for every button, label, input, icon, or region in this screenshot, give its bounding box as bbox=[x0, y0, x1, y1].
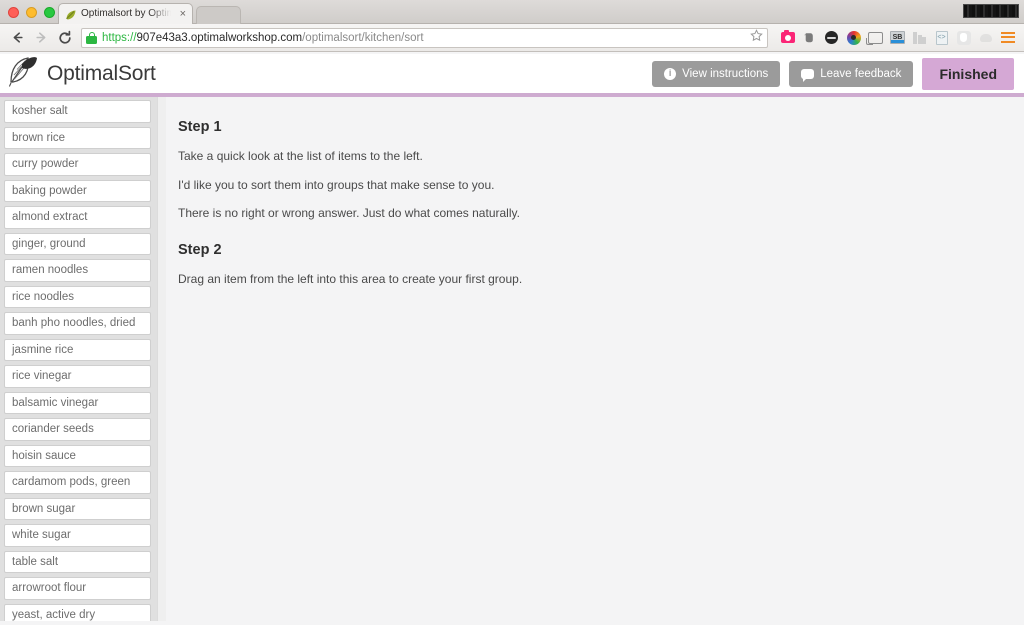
card-item[interactable]: arrowroot flour bbox=[4, 577, 151, 600]
step1-line-1: Take a quick look at the list of items t… bbox=[178, 149, 423, 163]
card-list-sidebar[interactable]: kosher salt brown rice curry powder baking … bbox=[0, 97, 166, 621]
tab-title: Optimalsort by Optimal Wo bbox=[81, 8, 175, 19]
info-icon: i bbox=[664, 67, 677, 80]
header-actions: i View instructions Leave feedback Finis… bbox=[652, 57, 1014, 90]
brand: OptimalSort bbox=[8, 55, 156, 92]
card-item[interactable]: table salt bbox=[4, 550, 151, 573]
card-item[interactable]: white sugar bbox=[4, 524, 151, 547]
url-text: https://907e43a3.optimalworkshop.com/opt… bbox=[102, 32, 424, 44]
code-document-label: <> bbox=[935, 30, 948, 45]
card-item[interactable]: brown rice bbox=[4, 126, 151, 149]
card-item[interactable]: banh pho noodles, dried bbox=[4, 312, 151, 335]
code-document-extension-icon[interactable]: <> bbox=[931, 27, 952, 48]
view-instructions-label: View instructions bbox=[682, 67, 769, 80]
browser-window: Optimalsort by Optimal Wo × bbox=[0, 0, 1024, 625]
step1-line-2: I'd like you to sort them into groups th… bbox=[178, 177, 495, 192]
tab-close-icon[interactable]: × bbox=[179, 8, 187, 20]
url-host: 907e43a3.optimalworkshop.com bbox=[136, 31, 303, 44]
sorting-area[interactable]: Step 1 Take a quick look at the list of … bbox=[166, 97, 1024, 621]
bar-chart-extension-icon[interactable] bbox=[909, 27, 930, 48]
card-item[interactable]: brown sugar bbox=[4, 497, 151, 520]
card-item[interactable]: coriander seeds bbox=[4, 418, 151, 441]
finished-button[interactable]: Finished bbox=[922, 57, 1014, 90]
drive-extension-icon[interactable] bbox=[975, 27, 996, 48]
step1-line-3: There is no right or wrong answer. Just … bbox=[178, 206, 520, 221]
evernote-extension-icon[interactable] bbox=[799, 27, 820, 48]
card-item[interactable]: kosher salt bbox=[4, 100, 151, 123]
sb-extension-label: SB bbox=[890, 31, 905, 44]
card-item[interactable]: ginger, ground bbox=[4, 232, 151, 255]
app-header: OptimalSort i View instructions Leave fe… bbox=[0, 54, 1024, 97]
step2-line-1: Drag an item from the left into this are… bbox=[178, 271, 523, 286]
card-item[interactable]: yeast, active dry bbox=[4, 603, 151, 621]
sb-extension-icon[interactable]: SB bbox=[887, 27, 908, 48]
step2-title: Step 2 bbox=[178, 241, 222, 258]
cast-icon[interactable] bbox=[865, 27, 886, 48]
card-item[interactable]: almond extract bbox=[4, 206, 151, 229]
padlock-icon bbox=[86, 31, 97, 44]
speech-bubble-icon bbox=[801, 68, 815, 82]
card-item[interactable]: cardamom pods, green bbox=[4, 471, 151, 494]
dark-circle-extension-icon[interactable] bbox=[821, 27, 842, 48]
leaf-favicon-icon bbox=[65, 8, 77, 20]
sidebar-scrollbar[interactable] bbox=[157, 97, 166, 621]
forward-button[interactable] bbox=[29, 26, 53, 50]
url-path: /optimalsort/kitchen/sort bbox=[302, 31, 424, 44]
card-item[interactable]: baking powder bbox=[4, 179, 151, 202]
page-viewport: OptimalSort i View instructions Leave fe… bbox=[0, 54, 1024, 625]
maximize-window-button[interactable] bbox=[44, 7, 55, 18]
card-item[interactable]: balsamic vinegar bbox=[4, 391, 151, 414]
card-item[interactable]: curry powder bbox=[4, 153, 151, 176]
tab-strip: Optimalsort by Optimal Wo × bbox=[0, 0, 1024, 24]
card-list: kosher salt brown rice curry powder baking … bbox=[4, 100, 151, 621]
leave-feedback-label: Leave feedback bbox=[820, 67, 902, 80]
bookmark-star-icon[interactable] bbox=[750, 28, 763, 47]
extension-icon-bar: SB <> bbox=[774, 27, 1018, 48]
browser-toolbar: https://907e43a3.optimalworkshop.com/opt… bbox=[0, 24, 1024, 52]
reload-button[interactable] bbox=[53, 26, 77, 50]
brand-name: OptimalSort bbox=[47, 61, 156, 85]
minimize-window-button[interactable] bbox=[26, 7, 37, 18]
new-tab-button[interactable] bbox=[196, 6, 241, 24]
back-button[interactable] bbox=[5, 26, 29, 50]
close-window-button[interactable] bbox=[8, 7, 19, 18]
browser-tab[interactable]: Optimalsort by Optimal Wo × bbox=[58, 3, 193, 24]
card-item[interactable]: rice vinegar bbox=[4, 365, 151, 388]
url-scheme: https:// bbox=[102, 31, 137, 44]
camera-extension-icon[interactable] bbox=[777, 27, 798, 48]
window-traffic-lights bbox=[8, 7, 55, 18]
step1-title: Step 1 bbox=[178, 119, 222, 135]
leave-feedback-button[interactable]: Leave feedback bbox=[789, 60, 914, 87]
page-body: kosher salt brown rice curry powder baking … bbox=[0, 97, 1024, 621]
finished-label: Finished bbox=[939, 65, 997, 82]
color-wheel-extension-icon[interactable] bbox=[843, 27, 864, 48]
card-item[interactable]: ramen noodles bbox=[4, 259, 151, 282]
card-item[interactable]: jasmine rice bbox=[4, 338, 151, 361]
view-instructions-button[interactable]: i View instructions bbox=[652, 60, 781, 87]
address-bar[interactable]: https://907e43a3.optimalworkshop.com/opt… bbox=[81, 27, 768, 48]
card-item[interactable]: hoisin sauce bbox=[4, 444, 151, 467]
redacted-window-label bbox=[963, 4, 1019, 18]
card-item[interactable]: rice noodles bbox=[4, 285, 151, 308]
optimalsort-leaf-logo-icon bbox=[8, 55, 38, 92]
shield-extension-icon[interactable] bbox=[953, 27, 974, 48]
chrome-menu-icon[interactable] bbox=[997, 27, 1018, 48]
